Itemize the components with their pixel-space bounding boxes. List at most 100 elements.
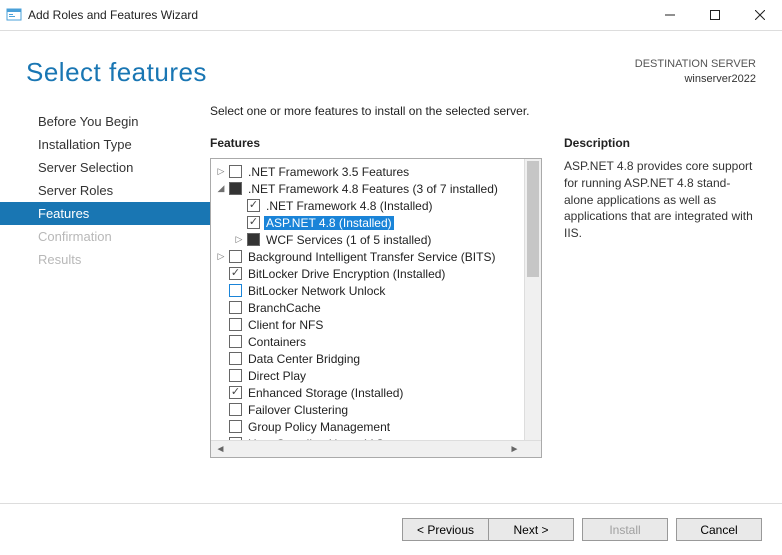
checkbox[interactable] — [229, 250, 242, 263]
tree-item-label[interactable]: .NET Framework 4.8 (Installed) — [264, 199, 435, 213]
tree-item-label[interactable]: Group Policy Management — [246, 420, 392, 434]
tree-row[interactable]: Direct Play — [211, 367, 541, 384]
tree-row[interactable]: ASP.NET 4.8 (Installed) — [211, 214, 541, 231]
horizontal-scrollbar[interactable]: ◄ ► — [211, 440, 541, 457]
scrollbar-thumb[interactable] — [527, 161, 539, 277]
checkbox[interactable] — [229, 335, 242, 348]
tree-row[interactable]: Host Guardian Hyper-V Support — [211, 435, 541, 440]
checkbox[interactable] — [229, 420, 242, 433]
checkbox[interactable] — [229, 318, 242, 331]
tree-row[interactable]: Containers — [211, 333, 541, 350]
tree-item-label[interactable]: Direct Play — [246, 369, 308, 383]
tree-row[interactable]: Client for NFS — [211, 316, 541, 333]
description-text: ASP.NET 4.8 provides core support for ru… — [564, 158, 758, 242]
checkbox[interactable] — [247, 199, 260, 212]
checkbox[interactable] — [229, 182, 242, 195]
previous-button[interactable]: < Previous — [402, 518, 488, 541]
tree-item-label[interactable]: BitLocker Network Unlock — [246, 284, 387, 298]
description-label: Description — [564, 136, 758, 150]
body: Before You BeginInstallation TypeServer … — [0, 102, 782, 458]
checkbox[interactable] — [229, 437, 242, 440]
features-label: Features — [210, 136, 542, 150]
description-column: Description ASP.NET 4.8 provides core su… — [564, 136, 758, 458]
window-title: Add Roles and Features Wizard — [28, 8, 198, 22]
scroll-right-icon[interactable]: ► — [507, 444, 522, 455]
tree-item-label[interactable]: Failover Clustering — [246, 403, 350, 417]
tree-item-label[interactable]: Client for NFS — [246, 318, 325, 332]
wizard-window: Add Roles and Features Wizard Select fea… — [0, 0, 782, 555]
install-button[interactable]: Install — [582, 518, 668, 541]
titlebar: Add Roles and Features Wizard — [0, 0, 782, 30]
tree-row[interactable]: .NET Framework 4.8 (Installed) — [211, 197, 541, 214]
tree-row[interactable]: BitLocker Network Unlock — [211, 282, 541, 299]
sidebar-item-results: Results — [0, 248, 210, 271]
tree-row[interactable]: ▷ WCF Services (1 of 5 installed) — [211, 231, 541, 248]
tree-row[interactable]: Enhanced Storage (Installed) — [211, 384, 541, 401]
tree-item-label[interactable]: Enhanced Storage (Installed) — [246, 386, 405, 400]
features-tree: ▷ .NET Framework 3.5 Features ◢ .NET Framew… — [210, 158, 542, 458]
nav-button-pair: < Previous Next > — [402, 518, 574, 541]
titlebar-divider — [0, 30, 782, 31]
main-content: Select one or more features to install o… — [210, 102, 782, 458]
checkbox[interactable] — [229, 165, 242, 178]
checkbox[interactable] — [229, 267, 242, 280]
sidebar-item-server-selection[interactable]: Server Selection — [0, 156, 210, 179]
destination-label: DESTINATION SERVER — [635, 57, 756, 72]
checkbox[interactable] — [229, 403, 242, 416]
checkbox[interactable] — [229, 284, 242, 297]
sidebar-item-before-you-begin[interactable]: Before You Begin — [0, 110, 210, 133]
tree-item-label[interactable]: Containers — [246, 335, 308, 349]
tree-row[interactable]: ▷ Background Intelligent Transfer Service… — [211, 248, 541, 265]
app-icon — [6, 7, 22, 23]
tree-item-label[interactable]: BranchCache — [246, 301, 323, 315]
tree-row[interactable]: Data Center Bridging — [211, 350, 541, 367]
collapse-icon[interactable]: ◢ — [215, 183, 227, 194]
maximize-button[interactable] — [692, 0, 737, 30]
tree-item-label[interactable]: Host Guardian Hyper-V Support — [246, 437, 420, 441]
footer: < Previous Next > Install Cancel — [0, 503, 782, 555]
checkbox[interactable] — [229, 301, 242, 314]
tree-item-label[interactable]: BitLocker Drive Encryption (Installed) — [246, 267, 447, 281]
tree-row[interactable]: BitLocker Drive Encryption (Installed) — [211, 265, 541, 282]
cancel-button[interactable]: Cancel — [676, 518, 762, 541]
columns: Features ▷ .NET Framework 3.5 Features ◢ .N… — [210, 136, 758, 458]
destination-info: DESTINATION SERVER winserver2022 — [635, 57, 756, 87]
tree-row[interactable]: Failover Clustering — [211, 401, 541, 418]
checkbox[interactable] — [247, 216, 260, 229]
tree-item-label[interactable]: .NET Framework 3.5 Features — [246, 165, 411, 179]
instruction-text: Select one or more features to install o… — [210, 104, 758, 118]
close-button[interactable] — [737, 0, 782, 30]
tree-row[interactable]: ▷ .NET Framework 3.5 Features — [211, 163, 541, 180]
destination-server: winserver2022 — [635, 72, 756, 87]
vertical-scrollbar[interactable] — [524, 159, 541, 440]
checkbox[interactable] — [229, 369, 242, 382]
tree-item-label[interactable]: Data Center Bridging — [246, 352, 362, 366]
titlebar-left: Add Roles and Features Wizard — [6, 7, 198, 23]
header: Select features DESTINATION SERVER winse… — [0, 33, 782, 102]
expand-icon[interactable]: ▷ — [215, 166, 227, 177]
scroll-left-icon[interactable]: ◄ — [213, 444, 228, 455]
window-controls — [647, 0, 782, 30]
sidebar-item-installation-type[interactable]: Installation Type — [0, 133, 210, 156]
tree-viewport[interactable]: ▷ .NET Framework 3.5 Features ◢ .NET Framew… — [211, 159, 541, 440]
sidebar-item-features[interactable]: Features — [0, 202, 210, 225]
tree-row[interactable]: BranchCache — [211, 299, 541, 316]
tree-row[interactable]: ◢ .NET Framework 4.8 Features (3 of 7 ins… — [211, 180, 541, 197]
sidebar-item-confirmation: Confirmation — [0, 225, 210, 248]
sidebar-item-server-roles[interactable]: Server Roles — [0, 179, 210, 202]
features-column: Features ▷ .NET Framework 3.5 Features ◢ .N… — [210, 136, 542, 458]
tree-row[interactable]: Group Policy Management — [211, 418, 541, 435]
tree-item-label[interactable]: .NET Framework 4.8 Features (3 of 7 inst… — [246, 182, 500, 196]
checkbox[interactable] — [229, 386, 242, 399]
next-button[interactable]: Next > — [488, 518, 574, 541]
checkbox[interactable] — [229, 352, 242, 365]
tree-item-label[interactable]: Background Intelligent Transfer Service … — [246, 250, 497, 264]
page-title: Select features — [26, 57, 207, 88]
minimize-button[interactable] — [647, 0, 692, 30]
tree-item-label[interactable]: ASP.NET 4.8 (Installed) — [264, 216, 394, 230]
tree-item-label[interactable]: WCF Services (1 of 5 installed) — [264, 233, 433, 247]
checkbox[interactable] — [247, 233, 260, 246]
expand-icon[interactable]: ▷ — [233, 234, 245, 245]
sidebar: Before You BeginInstallation TypeServer … — [0, 102, 210, 458]
expand-icon[interactable]: ▷ — [215, 251, 227, 262]
